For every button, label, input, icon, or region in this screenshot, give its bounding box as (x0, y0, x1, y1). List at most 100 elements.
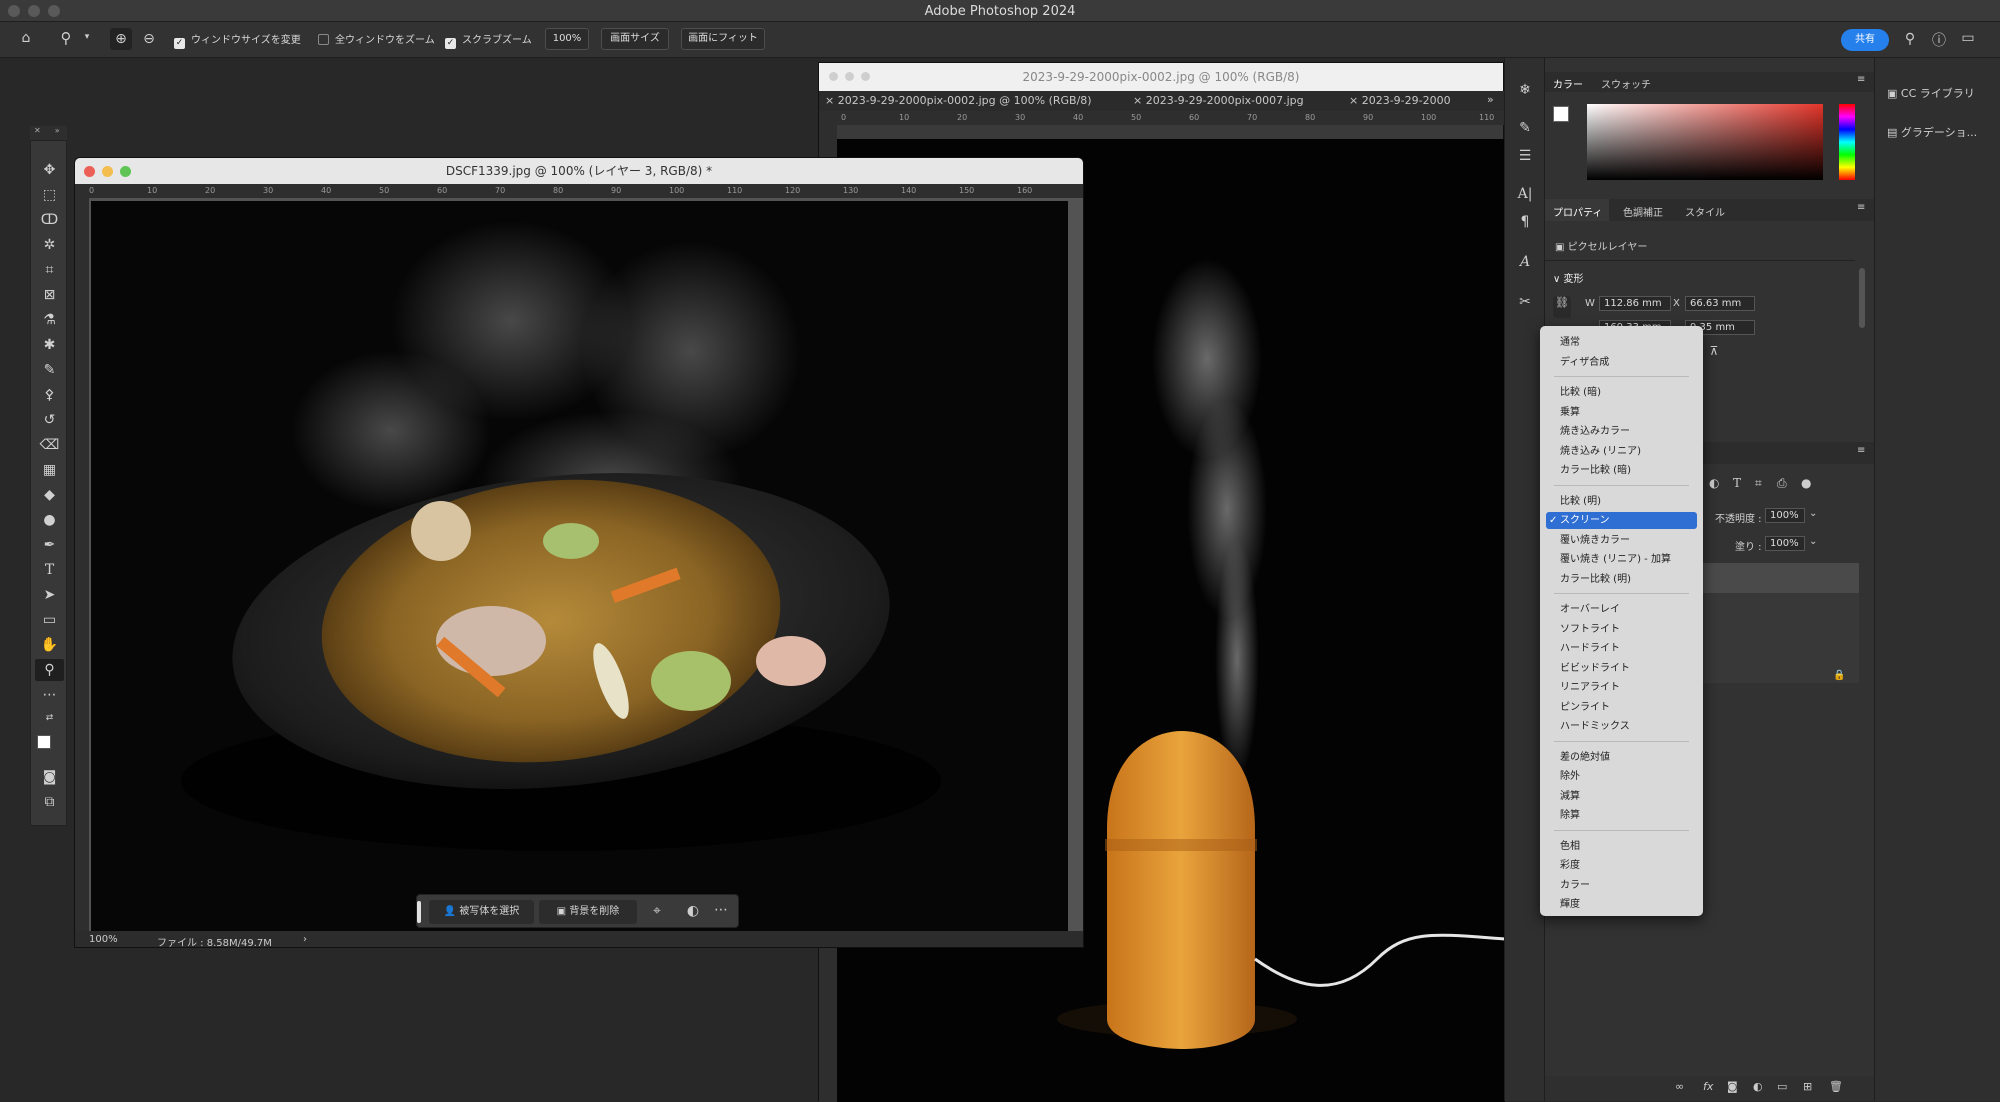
panel-menu-icon[interactable]: ≡ (1857, 74, 1865, 85)
blend-mode-item[interactable]: 通常 (1546, 334, 1697, 351)
eyedropper-tool-icon[interactable]: ⚗ (31, 309, 68, 331)
document-tab[interactable]: × 2023-9-29-2000pix-0007.jpg (1133, 94, 1304, 107)
select-subject-button[interactable]: 👤 被写体を選択 (429, 900, 534, 924)
home-icon[interactable]: ⌂ (16, 30, 36, 46)
cc-libraries-item[interactable]: ▣ CC ライブラリ (1887, 85, 1975, 101)
tab-adjustments[interactable]: 色調補正 (1623, 204, 1663, 219)
quick-mask-icon[interactable]: ◙ (31, 766, 68, 788)
filter-toggle-icon[interactable]: ● (1801, 476, 1811, 490)
zoom-value-field[interactable]: 100% (545, 28, 589, 50)
adjustment-layer-icon[interactable]: ◐ (1753, 1080, 1763, 1093)
chevron-down-icon[interactable]: ⌄ (1809, 536, 1817, 547)
doc2-minimize-button[interactable] (845, 72, 854, 81)
gradient-tool-icon[interactable]: ▦ (31, 459, 68, 481)
blend-mode-item[interactable]: 色相 (1546, 838, 1697, 855)
blend-mode-item[interactable]: リニアライト (1546, 679, 1697, 696)
sliders-icon[interactable]: ☰ (1515, 148, 1535, 164)
paragraph-icon[interactable]: ¶ (1515, 214, 1535, 230)
brush-settings-icon[interactable]: ✎ (1515, 120, 1535, 136)
path-selection-tool-icon[interactable]: ➤ (31, 584, 68, 606)
tab-styles[interactable]: スタイル (1685, 204, 1725, 219)
blend-mode-item[interactable]: 焼き込み (リニア) (1546, 443, 1697, 460)
transform-section-header[interactable]: ∨ 変形 (1553, 270, 1584, 285)
scrubby-zoom-checkbox[interactable]: スクラブズーム (445, 31, 532, 49)
link-icon[interactable]: ⛓ (1553, 296, 1571, 318)
character-icon[interactable]: A| (1515, 186, 1535, 202)
blend-mode-item[interactable]: 焼き込みカラー (1546, 423, 1697, 440)
blend-mode-item[interactable]: 除算 (1546, 807, 1697, 824)
adjustment-icon[interactable]: ◐ (683, 903, 703, 919)
adjustment-filter-icon[interactable]: ◐ (1709, 476, 1719, 490)
tab-close-icon[interactable]: × (825, 94, 838, 107)
chevron-down-icon[interactable]: ▾ (82, 32, 92, 42)
resize-windows-checkbox[interactable]: ウィンドウサイズを変更 (174, 31, 301, 49)
blur-tool-icon[interactable]: ◆ (31, 484, 68, 506)
blend-mode-item[interactable]: 差の絶対値 (1546, 749, 1697, 766)
more-tools-icon[interactable]: ⋯ (31, 684, 68, 706)
swap-colors-icon[interactable]: ⇄ (31, 707, 68, 729)
mask-icon[interactable]: ◙ (1727, 1080, 1738, 1093)
doc1-zoom-button[interactable] (120, 166, 131, 177)
doc2-close-button[interactable] (829, 72, 838, 81)
panel-menu-icon[interactable]: ≡ (1857, 445, 1865, 456)
fill-field[interactable]: 100% (1765, 536, 1805, 551)
opacity-field[interactable]: 100% (1765, 508, 1805, 523)
share-button[interactable]: 共有 (1841, 29, 1889, 51)
link-layers-icon[interactable]: ∞ (1675, 1080, 1684, 1093)
history-brush-tool-icon[interactable]: ↺ (31, 409, 68, 431)
tab-close-icon[interactable]: × (1133, 94, 1146, 107)
shape-filter-icon[interactable]: ⌗ (1755, 476, 1762, 491)
tab-swatches[interactable]: スウォッチ (1601, 76, 1651, 91)
document-window-1[interactable]: DSCF1339.jpg @ 100% (レイヤー 3, RGB/8) * 0 … (74, 157, 1084, 948)
blend-mode-item[interactable]: ハードライト (1546, 640, 1697, 657)
brush-tool-icon[interactable]: ✎ (31, 359, 68, 381)
hand-tool-icon[interactable]: ✋ (31, 634, 68, 656)
gradient-item[interactable]: ▤ グラデーショ... (1887, 124, 1977, 140)
blend-mode-item[interactable]: ディザ合成 (1546, 354, 1697, 371)
type-filter-icon[interactable]: T (1733, 476, 1741, 490)
chevron-down-icon[interactable]: ⌄ (1809, 508, 1817, 519)
tab-color[interactable]: カラー (1553, 76, 1583, 91)
zoom-in-icon[interactable]: ⊕ (110, 28, 132, 50)
marquee-tool-icon[interactable]: ⬚ (31, 184, 68, 206)
zoom-out-icon[interactable]: ⊖ (138, 28, 160, 50)
frame-tool-icon[interactable]: ⊠ (31, 284, 68, 306)
rectangle-tool-icon[interactable]: ▭ (31, 609, 68, 631)
blend-mode-item[interactable]: ハードミックス (1546, 718, 1697, 735)
blend-mode-item[interactable]: ピンライト (1546, 699, 1697, 716)
group-icon[interactable]: ▭ (1777, 1080, 1787, 1093)
pen-tool-icon[interactable]: ✒ (31, 534, 68, 556)
more-options-icon[interactable]: ⋯ (711, 902, 731, 918)
width-field[interactable]: 112.86 mm (1599, 296, 1671, 311)
blend-mode-item[interactable]: 覆い焼き (リニア) - 加算 (1546, 551, 1697, 568)
zoom-tool-preset-icon[interactable]: ⚲ (56, 29, 76, 47)
taskbar-handle[interactable] (417, 901, 421, 923)
doc2-zoom-button[interactable] (861, 72, 870, 81)
hue-slider[interactable] (1839, 104, 1855, 180)
lasso-tool-icon[interactable]: ↀ (31, 209, 68, 231)
doc1-close-button[interactable] (84, 166, 95, 177)
blend-mode-item[interactable]: オーバーレイ (1546, 601, 1697, 618)
blend-mode-item[interactable]: 覆い焼きカラー (1546, 532, 1697, 549)
blend-mode-item[interactable]: 減算 (1546, 788, 1697, 805)
zoom-level[interactable]: 100% (89, 934, 118, 945)
crop-tool-icon[interactable]: ⌗ (31, 259, 68, 281)
smart-object-filter-icon[interactable]: ⎙ (1777, 476, 1787, 491)
document-tab[interactable]: × 2023-9-29-2000 (1349, 94, 1451, 107)
blend-mode-item[interactable]: カラー比較 (明) (1546, 571, 1697, 588)
tab-close-icon[interactable]: × (1349, 94, 1362, 107)
tab-properties[interactable]: プロパティ (1553, 204, 1602, 219)
blend-mode-item[interactable]: カラー比較 (暗) (1546, 462, 1697, 479)
blend-mode-item[interactable]: 除外 (1546, 768, 1697, 785)
transform-icon[interactable]: ⌖ (647, 903, 667, 919)
tools-icon[interactable]: ✂ (1515, 294, 1535, 310)
healing-brush-tool-icon[interactable]: ✱ (31, 334, 68, 356)
workspace-icon[interactable]: ▭ (1958, 30, 1978, 46)
color-field[interactable] (1587, 104, 1823, 180)
blend-mode-item[interactable]: 乗算 (1546, 404, 1697, 421)
search-icon[interactable]: ⚲ (1900, 31, 1920, 47)
snowflake-icon[interactable]: ❄ (1515, 82, 1535, 98)
blend-mode-item[interactable]: 彩度 (1546, 857, 1697, 874)
blend-mode-item[interactable]: カラー (1546, 877, 1697, 894)
remove-background-button[interactable]: ▣ 背景を削除 (539, 900, 637, 924)
